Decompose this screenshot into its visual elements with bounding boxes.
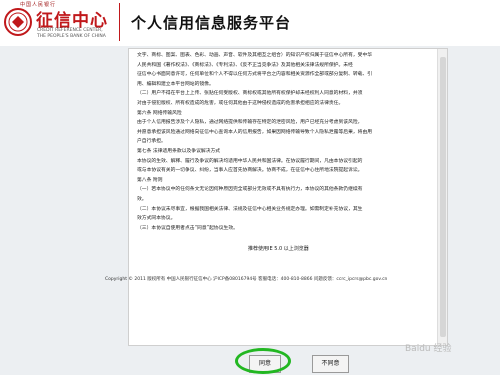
- agreement-line: 文字、商标、图案、图表、色彩、动画、声音、软件及其相互之组合）的知识产权归属于征…: [137, 53, 373, 58]
- agreement-line: 户自行承担。: [137, 139, 166, 145]
- agreement-line: 征信中心书面同意许可，任何单位和个人不得以任何方式将平台之内容和相关资源作全部或…: [137, 72, 373, 78]
- agreement-line: 人民共和国《著作权法》、《商标法》、《专利法》、《反不正当竞争法》及其他相关法律…: [137, 62, 353, 68]
- agreement-section-title: 第六条 网络传输风险: [137, 110, 182, 116]
- agreement-scrollbar[interactable]: [437, 49, 447, 345]
- agreement-section-title: 第七条 法律适用条款以及争议解决方式: [137, 148, 221, 154]
- agreement-line: （一）若本协议中的任何条文无论因何种原因完全或部分无效或不具有执行力，本协议的其…: [137, 187, 363, 193]
- agreement-panel[interactable]: 文字、商标、图案、图表、色彩、动画、声音、软件及其相互之组合）的知识产权归属于征…: [128, 48, 448, 346]
- copyright-footer: Copyright © 2011 版权所有 中国人民银行征信中心 沪ICP备08…: [105, 277, 388, 282]
- agreement-line: 效。: [137, 196, 147, 202]
- agreement-line: （三）本协议自使用者点击“同意”起协议生效。: [137, 225, 238, 231]
- disagree-button[interactable]: 不同意: [312, 355, 349, 373]
- agreement-line: 或与本协议有关的一切争议、纠纷，当事人应首先协商解决。协商不成，在征信中心住所地…: [137, 168, 363, 174]
- agreement-line: （二）本协议未尽事宜，根据我国相关法律、法规及征信中心相关业务规定办理。如需制定…: [137, 206, 363, 212]
- baidu-watermark: Baidu 经验: [405, 344, 452, 354]
- scrollbar-thumb[interactable]: [440, 57, 446, 337]
- agreement-line: 对由于侵犯版权、所有权造成的危害，或任何其他由于这种侵权造成的危害承担相应的法律…: [137, 100, 344, 106]
- agreement-line: 并愿意承担该风险通过网络向征信中心查询本人的信用报告，如果因网络传输导致个人隐私…: [137, 129, 373, 135]
- agreement-line: 由于个人信用报告涉及个人隐私，通过网络提供和传输存在特定的泄密风险，用户已经充分…: [137, 120, 363, 126]
- agreement-line: （二）用户不得在平台上上传、张贴任何受版权、商标权或其他所有权保护却未经权利人同…: [137, 91, 363, 97]
- header-divider: [119, 3, 120, 41]
- browser-hint: 推荐使用IE 5.0 以上浏览器: [248, 246, 309, 252]
- logo-english-line-1: CREDIT REFERENCE CENTER,: [37, 28, 103, 33]
- agreement-line: 效方式同本协议。: [137, 216, 176, 222]
- agreement-line: 用、编辑和建立本平台网站的镜像。: [137, 81, 214, 87]
- agreement-section-title: 第八条 附则: [137, 177, 163, 183]
- pboc-seal-icon: [4, 8, 32, 36]
- site-header: 中国人民银行 征信中心 CREDIT REFERENCE CENTER, THE…: [0, 0, 500, 46]
- logo-english-line-2: THE PEOPLE'S BANK OF CHINA: [37, 34, 106, 39]
- page-title: 个人信用信息服务平台: [131, 14, 292, 32]
- agreement-text: 文字、商标、图案、图表、色彩、动画、声音、软件及其相互之组合）的知识产权归属于征…: [137, 51, 435, 233]
- agreement-line: 本协议的生效、解释、履行及争议的解决均适用中华人民共和国法律。在协议履行期间，凡…: [137, 158, 363, 164]
- highlight-circle: [235, 348, 291, 374]
